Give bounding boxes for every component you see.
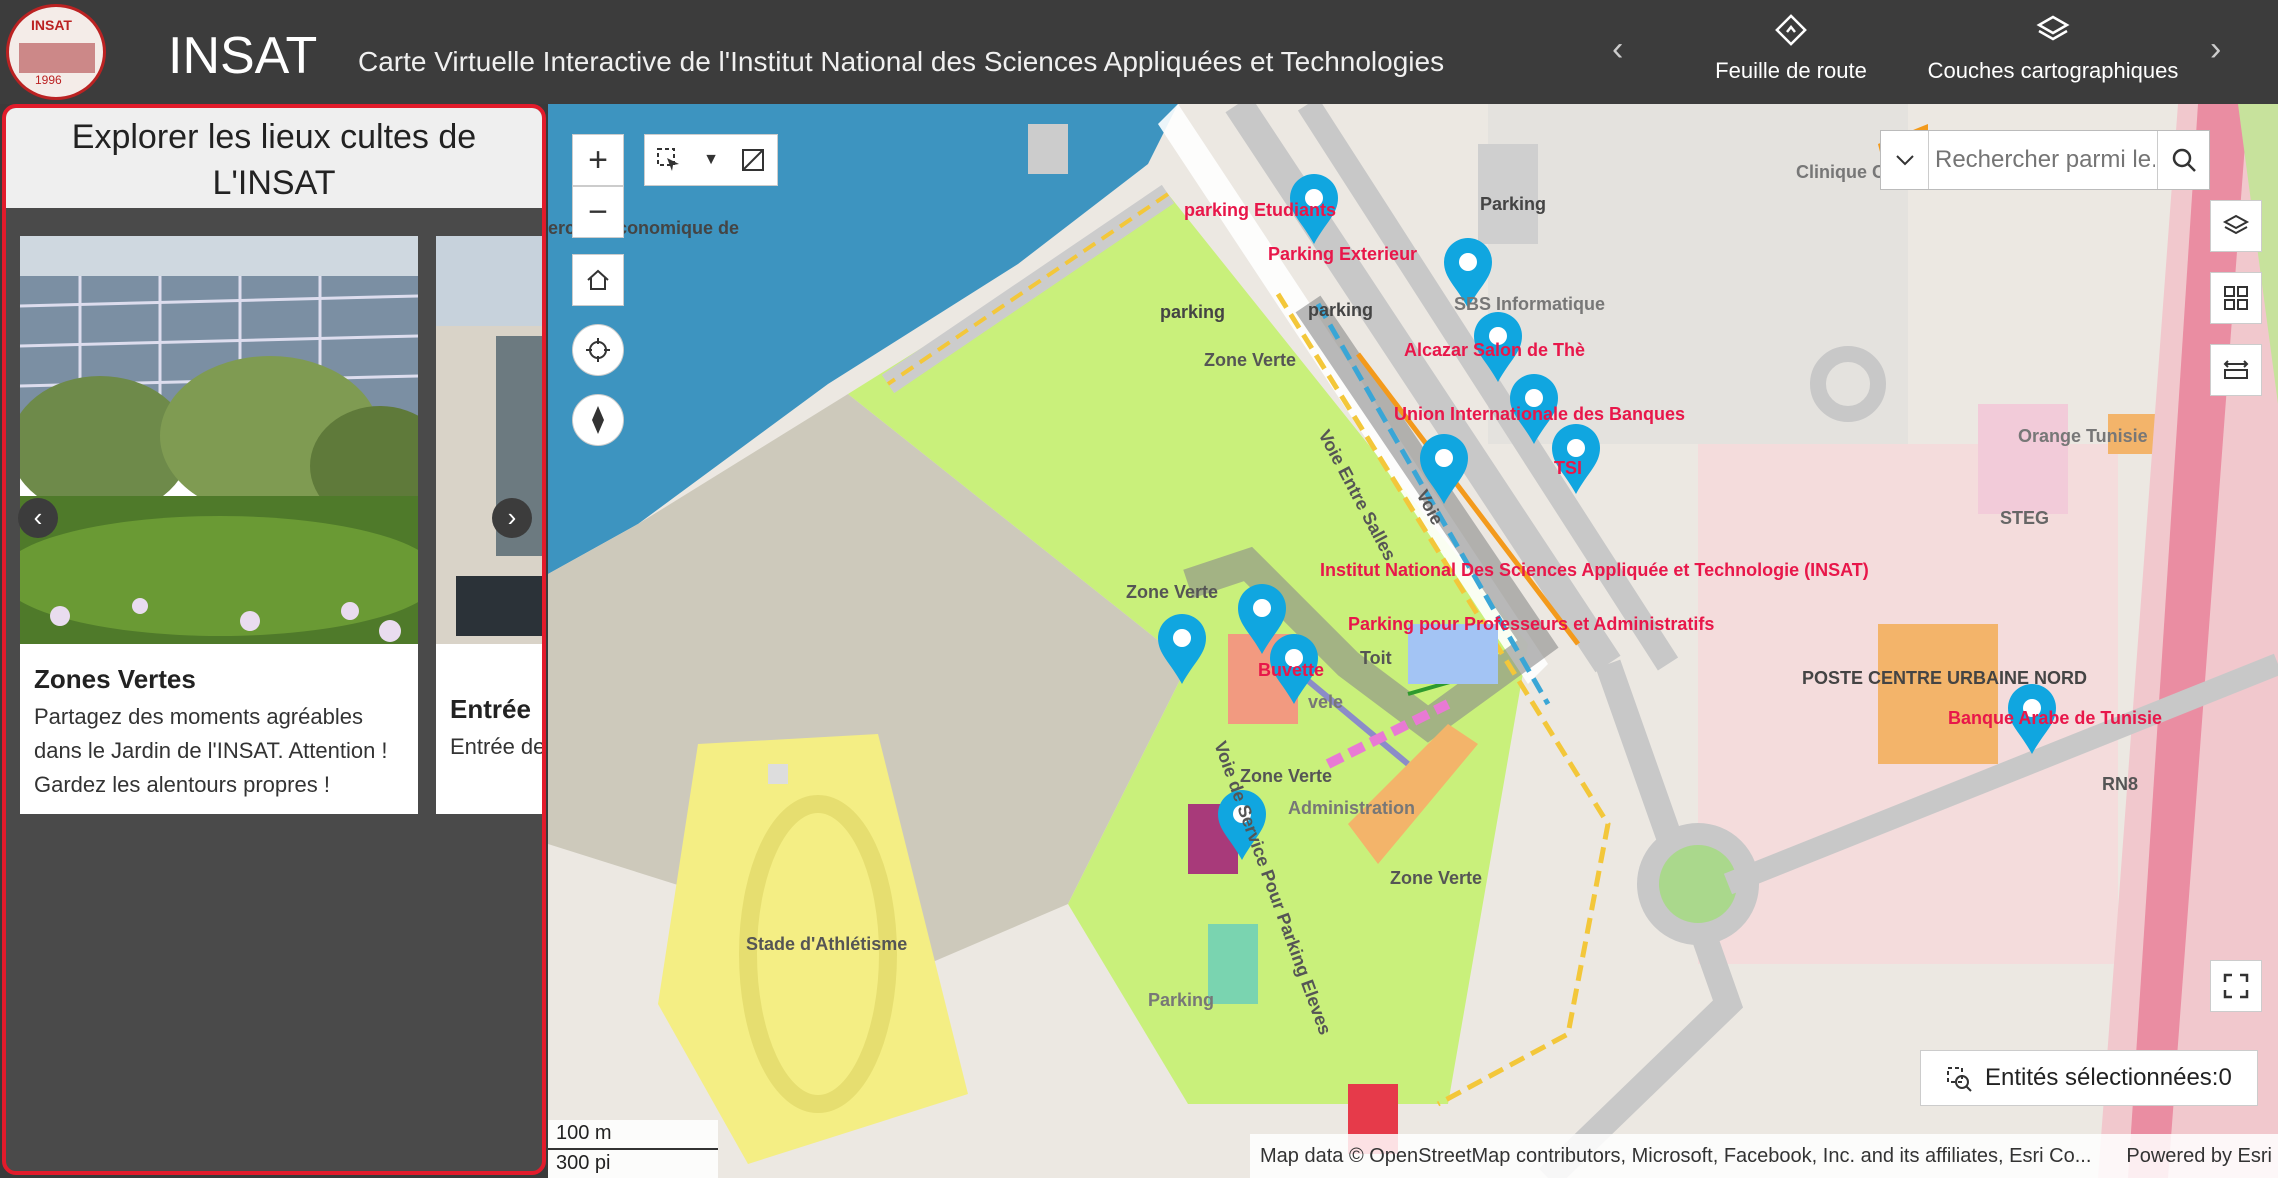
label-orange: Orange Tunisie (2018, 426, 2148, 446)
layers-icon (2222, 214, 2250, 235)
card-title: Entrée (450, 694, 531, 724)
map-canvas[interactable]: parking Etudiants Parking Exterieur Park… (548, 104, 2278, 1178)
card-zones-vertes[interactable]: Zones Vertes Partagez des moments agréab… (20, 236, 418, 814)
carousel-prev-button[interactable]: ‹ (18, 498, 58, 538)
label-parking-south: Parking (1148, 990, 1214, 1010)
insat-logo: INSAT 1996 (6, 4, 106, 100)
measure-icon (2223, 360, 2249, 379)
label-parking-prof: Parking pour Professeurs et Administrati… (1348, 614, 1714, 634)
card-title: Zones Vertes (34, 664, 196, 694)
basemap-gallery-icon (2224, 286, 2248, 310)
label-parking-lc-2: parking (1308, 300, 1373, 320)
label-insat: Institut National Des Sciences Appliquée… (1320, 560, 1869, 580)
zoom-in-button[interactable]: + (572, 134, 624, 186)
scale-bar: 100 m 300 pi (548, 1120, 718, 1178)
home-icon (587, 269, 609, 290)
chevron-down-icon[interactable]: ▼ (703, 151, 719, 169)
label-zone-verte-4: Zone Verte (1390, 868, 1482, 888)
roadmap-icon (1775, 14, 1807, 46)
scale-imperial: 300 pi (556, 1152, 611, 1174)
layers-icon (2036, 15, 2070, 41)
map-layers-button[interactable]: Couches cartographiques (1920, 12, 2186, 100)
selected-features-button[interactable]: Entités sélectionnées:0 (1920, 1050, 2258, 1106)
card-description: Partagez des moments agréables dans le J… (34, 704, 388, 797)
header-next-arrow[interactable]: › (2210, 30, 2221, 69)
label-uib: Union Internationale des Banques (1394, 404, 1685, 424)
entree-photo (436, 236, 542, 644)
app-header: INSAT 1996 INSAT Carte Virtuelle Interac… (0, 0, 2278, 104)
compass-button[interactable] (572, 394, 624, 446)
label-parking-exterieur: Parking Exterieur (1268, 244, 1417, 264)
map-view[interactable]: parking Etudiants Parking Exterieur Park… (548, 104, 2278, 1178)
label-clinique: Clinique C (1796, 162, 1885, 182)
fullscreen-button[interactable] (2210, 960, 2262, 1012)
label-bat: Banque Arabe de Tunisie (1948, 708, 2162, 728)
logo-text: INSAT (31, 17, 72, 33)
powered-by-esri[interactable]: Powered by Esri (2126, 1145, 2272, 1168)
header-prev-arrow[interactable]: ‹ (1612, 30, 1623, 69)
search-input[interactable] (1935, 139, 2155, 181)
chevron-down-icon (1895, 155, 1914, 166)
explore-sidebar: Explorer les lieux cultes de L'INSAT Zon… (2, 104, 546, 1175)
search-icon (2172, 148, 2196, 172)
label-tsi: TSI (1554, 458, 1582, 478)
locate-icon (586, 338, 610, 362)
zoom-out-button[interactable]: − (572, 186, 624, 238)
label-stade: Stade d'Athlétisme (746, 934, 907, 954)
carousel-next-button[interactable]: › (492, 498, 532, 538)
card-description: Entrée de dire bonjo (450, 734, 546, 759)
app-title: INSAT (168, 27, 318, 85)
home-button[interactable] (572, 254, 624, 306)
label-zone-verte-2: Zone Verte (1126, 582, 1218, 602)
attribution-text: Map data © OpenStreetMap contributors, M… (1260, 1144, 2092, 1167)
label-administration: Administration (1288, 798, 1415, 818)
compass-icon (592, 406, 604, 434)
label-alcazar: Alcazar Salon de Thè (1404, 340, 1585, 360)
label-rn8: RN8 (2102, 774, 2138, 794)
layer-list-button[interactable] (2210, 200, 2262, 252)
roadmap-button[interactable]: Feuille de route (1708, 12, 1874, 100)
search-widget[interactable] (1880, 130, 2210, 190)
clear-selection-icon[interactable] (739, 146, 767, 174)
app-subtitle: Carte Virtuelle Interactive de l'Institu… (358, 46, 1445, 77)
scale-metric: 100 m (556, 1122, 612, 1144)
select-features-icon (1947, 1067, 1972, 1092)
search-button[interactable] (2157, 131, 2209, 189)
fullscreen-icon (2223, 973, 2249, 999)
label-steg: STEG (2000, 508, 2049, 528)
select-icon (657, 148, 680, 171)
label-sbs: SBS Informatique (1454, 294, 1605, 314)
selected-features-label: Entités sélectionnées:0 (1985, 1064, 2232, 1091)
search-source-dropdown[interactable] (1881, 131, 1929, 189)
map-attribution: Map data © OpenStreetMap contributors, M… (1250, 1134, 2278, 1178)
label-toit: Toit (1360, 648, 1392, 668)
label-parking-lc: parking (1160, 302, 1225, 322)
label-poste: POSTE CENTRE URBAINE NORD (1802, 668, 2087, 688)
label-parking-etudiants: parking Etudiants (1184, 200, 1336, 220)
logo-emblem (19, 43, 95, 73)
label-zone-verte-1: Zone Verte (1204, 350, 1296, 370)
basemap-gallery-button[interactable] (2210, 272, 2262, 324)
label-parking: Parking (1480, 194, 1546, 214)
measure-button[interactable] (2210, 344, 2262, 396)
roadmap-label: Feuille de route (1715, 58, 1867, 83)
locate-button[interactable] (572, 324, 624, 376)
zones-vertes-photo (20, 236, 418, 644)
sidebar-title: Explorer les lieux cultes de L'INSAT (6, 108, 542, 208)
label-zone-verte-3: Zone Verte (1240, 766, 1332, 786)
select-tool-group[interactable]: ▼ (644, 134, 778, 186)
label-buvette: Buvette (1258, 660, 1324, 680)
label-vele: vele (1308, 692, 1343, 712)
logo-year: 1996 (35, 73, 62, 87)
layers-label: Couches cartographiques (1927, 58, 2179, 83)
